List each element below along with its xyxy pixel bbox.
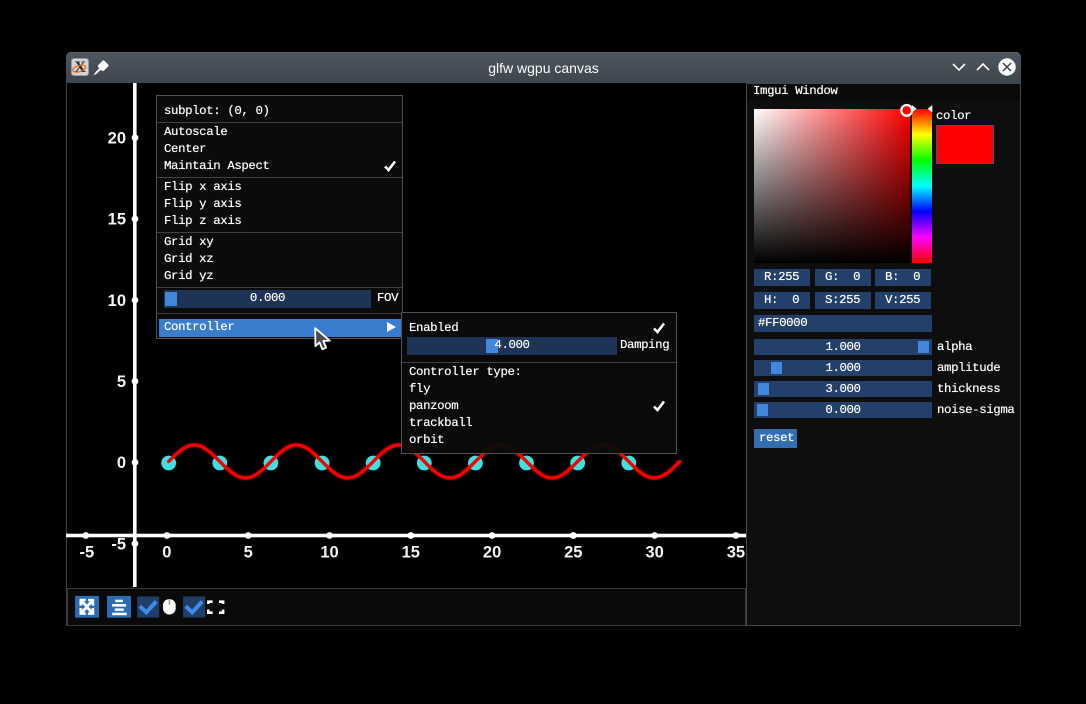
svg-text:-5: -5: [111, 535, 126, 553]
svg-text:25: 25: [564, 544, 582, 562]
svg-text:5: 5: [244, 544, 253, 562]
svg-text:0: 0: [117, 454, 126, 472]
svg-text:5: 5: [117, 373, 126, 391]
svg-text:0: 0: [162, 544, 171, 562]
svg-text:-5: -5: [79, 544, 94, 562]
svg-text:20: 20: [483, 544, 501, 562]
svg-text:10: 10: [108, 292, 126, 310]
svg-text:15: 15: [402, 544, 420, 562]
svg-text:20: 20: [108, 130, 126, 148]
svg-text:35: 35: [727, 544, 745, 562]
svg-text:30: 30: [645, 544, 663, 562]
svg-text:X: X: [74, 59, 86, 76]
svg-text:15: 15: [108, 211, 126, 229]
svg-text:10: 10: [320, 544, 338, 562]
